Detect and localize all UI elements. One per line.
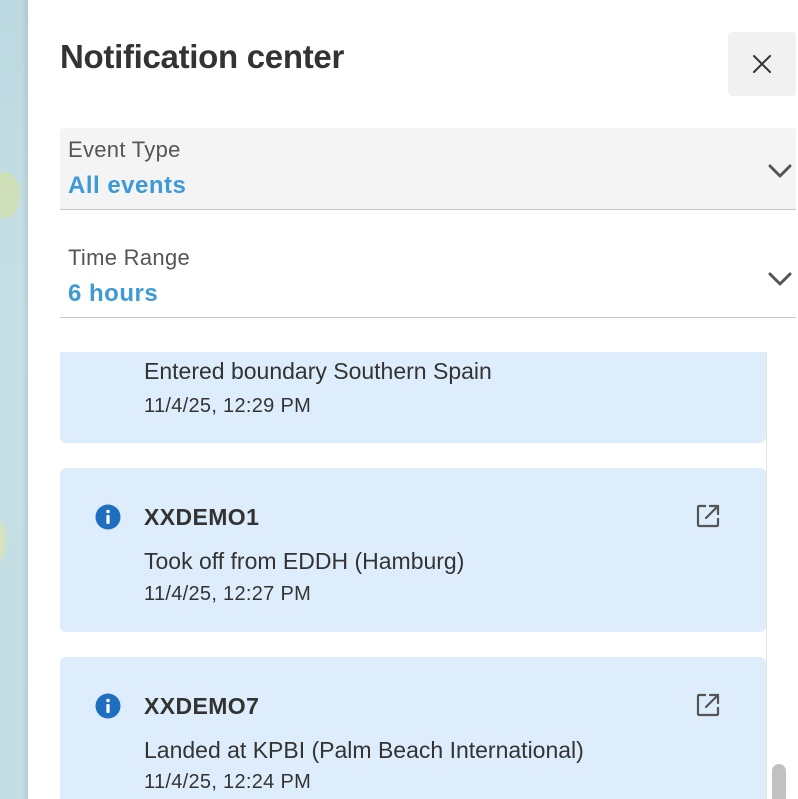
time-range-select[interactable]: Time Range 6 hours (60, 236, 796, 318)
notification-message: Took off from EDDH (Hamburg) (144, 548, 465, 574)
notification-card: Entered boundary Southern Spain 11/4/25,… (60, 352, 766, 443)
time-range-label: Time Range (68, 245, 191, 270)
map-land-shape (0, 520, 6, 560)
event-type-value: All events (68, 172, 187, 199)
close-icon (753, 55, 771, 73)
notification-time: 11/4/25, 12:27 PM (144, 583, 312, 605)
close-button[interactable] (728, 32, 796, 96)
notification-message: Entered boundary Southern Spain (144, 358, 492, 384)
external-link-icon[interactable] (694, 502, 722, 530)
info-icon (95, 504, 121, 530)
panel-title: Notification center (60, 38, 345, 75)
notification-aircraft-name: XXDEMO1 (144, 504, 260, 530)
notification-time: 11/4/25, 12:29 PM (144, 395, 312, 417)
notification-card: XXDEMO7 Landed at KPBI (Palm Beach Inter… (60, 657, 766, 799)
time-range-value: 6 hours (68, 280, 159, 307)
scrollbar-thumb[interactable] (772, 764, 786, 799)
notification-center-panel: Notification center Event Type All event… (28, 0, 798, 799)
map-background (0, 0, 28, 799)
external-link-icon[interactable] (694, 691, 722, 719)
info-icon (95, 693, 121, 719)
notification-aircraft-name: XXDEMO7 (144, 693, 260, 719)
scrollbar[interactable] (766, 352, 798, 799)
notification-list[interactable]: Entered boundary Southern Spain 11/4/25,… (60, 352, 766, 799)
map-land-shape (0, 172, 20, 218)
event-type-select[interactable]: Event Type All events (60, 128, 796, 210)
event-type-label: Event Type (68, 137, 181, 162)
chevron-down-icon (768, 164, 792, 178)
notification-card: XXDEMO1 Took off from EDDH (Hamburg) 11/… (60, 468, 766, 632)
notification-time: 11/4/25, 12:24 PM (144, 771, 312, 793)
chevron-down-icon (768, 272, 792, 286)
notification-message: Landed at KPBI (Palm Beach International… (144, 737, 584, 763)
